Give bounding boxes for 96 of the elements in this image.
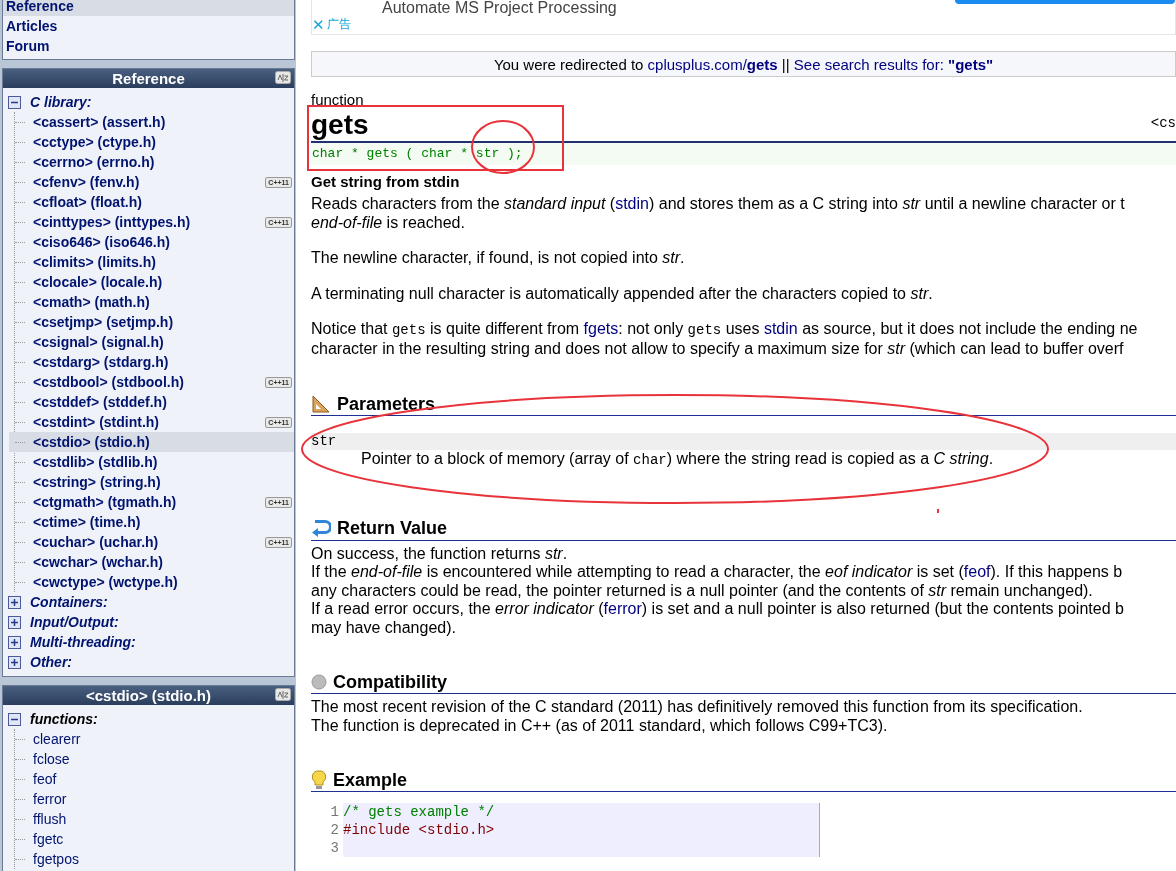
nav-link[interactable]: Articles bbox=[3, 16, 294, 36]
collapse-icon[interactable] bbox=[8, 95, 21, 109]
tree-item-link[interactable]: <cstdlib> (stdlib.h) bbox=[33, 454, 158, 470]
tree-item-link[interactable]: <clocale> (locale.h) bbox=[33, 274, 163, 290]
tree-item-link[interactable]: fgetc bbox=[33, 831, 64, 847]
tree-item-link[interactable]: <csignal> (signal.h) bbox=[33, 334, 164, 350]
tree-item-link[interactable]: <cstdint> (stdint.h) bbox=[33, 414, 159, 430]
panel-title: <cstdio> (stdio.h) bbox=[86, 687, 211, 704]
group-label[interactable]: functions: bbox=[30, 711, 98, 727]
parameter-name: str bbox=[311, 433, 1176, 450]
expand-icon[interactable] bbox=[8, 595, 21, 609]
section-text: may have changed). bbox=[311, 618, 457, 637]
redirect-text: You were redirected to bbox=[493, 55, 645, 73]
ad-headline: Automate MS Project Processing bbox=[382, 0, 617, 16]
ad-label: 广告 bbox=[326, 16, 351, 33]
tree-item-link[interactable]: <cwchar> (wchar.h) bbox=[33, 554, 163, 570]
tree-item-link[interactable]: <cctype> (ctype.h) bbox=[33, 134, 156, 150]
line-number: 3 bbox=[329, 840, 340, 856]
tree-item-link[interactable]: fflush bbox=[33, 811, 67, 827]
sort-icon[interactable] bbox=[275, 71, 291, 86]
group-label[interactable]: Input/Output: bbox=[30, 614, 119, 630]
entry-type: function bbox=[311, 91, 365, 109]
group-label[interactable]: Other: bbox=[30, 654, 72, 670]
nav-link[interactable]: Forum bbox=[3, 36, 294, 56]
expand-icon[interactable] bbox=[8, 655, 21, 669]
tree-item-link[interactable]: <cwctype> (wctype.h) bbox=[33, 574, 178, 590]
section-heading: Return Value bbox=[337, 518, 448, 539]
tree-item-link[interactable]: clearerr bbox=[33, 731, 81, 747]
section-heading: Compatibility bbox=[333, 671, 447, 693]
tree-item-link[interactable]: <climits> (limits.h) bbox=[33, 254, 156, 270]
selected-tree-item[interactable]: <cstdio> (stdio.h) bbox=[9, 432, 294, 452]
redirect-link[interactable]: gets bbox=[746, 55, 778, 73]
section-text: If the end-of-file is encountered while attempting to read a character, the eof indicator is set (feof). If this happens b bbox=[311, 563, 1124, 582]
tree-item-link[interactable]: <cfloat> (float.h) bbox=[33, 194, 142, 210]
tree-item-link[interactable]: <cmath> (math.h) bbox=[33, 294, 150, 310]
description-text: The newline character, if found, is not copied into str. bbox=[311, 249, 686, 268]
tree-item-link[interactable]: <ctime> (time.h) bbox=[33, 514, 141, 530]
collapse-icon[interactable] bbox=[8, 712, 21, 726]
function-name: gets bbox=[311, 109, 369, 141]
return-arrow-icon bbox=[311, 519, 331, 538]
tree-item-link[interactable]: <cstdio> (stdio.h) bbox=[33, 434, 150, 450]
tree-item-link[interactable]: <csetjmp> (setjmp.h) bbox=[33, 314, 174, 330]
line-number: 2 bbox=[329, 822, 340, 838]
section-heading: Example bbox=[333, 769, 408, 791]
tree-item-link[interactable]: <cfenv> (fenv.h) bbox=[33, 174, 140, 190]
expand-icon[interactable] bbox=[8, 635, 21, 649]
tree-item-link[interactable]: <cinttypes> (inttypes.h) bbox=[33, 214, 191, 230]
group-label[interactable]: Containers: bbox=[30, 594, 108, 610]
parameter-description: Pointer to a block of memory (array of char) where the string read is copied as a C string. bbox=[360, 450, 995, 470]
description-text: character in the resulting string and does not allow to specify a maximum size for str (which can lead to buffer overf bbox=[311, 339, 1125, 358]
tree-item-link[interactable]: <ciso646> (iso646.h) bbox=[33, 234, 170, 250]
expand-icon[interactable] bbox=[8, 615, 21, 629]
function-summary: Get string from stdin bbox=[311, 173, 461, 191]
tree-item-link[interactable]: <cuchar> (uchar.h) bbox=[33, 534, 159, 550]
header-link[interactable]: <cs bbox=[1150, 115, 1176, 131]
group-label[interactable]: Multi-threading: bbox=[30, 634, 136, 650]
tree-item-link[interactable]: fclose bbox=[33, 751, 70, 767]
code-line: /* gets example */ bbox=[343, 804, 495, 820]
redirect-text: || bbox=[780, 55, 791, 73]
section-heading: Parameters bbox=[337, 393, 436, 415]
redirect-link[interactable]: cplusplus.com/ bbox=[647, 55, 747, 73]
panel-title: Reference bbox=[112, 70, 185, 87]
annotation-mark bbox=[937, 509, 939, 513]
nav-link[interactable]: Reference bbox=[3, 0, 294, 16]
section-text: If a read error occurs, the error indicator (ferror) is set and a null pointer is also returned (but the contents pointed b bbox=[311, 600, 1125, 619]
tree-item-link[interactable]: <cstring> (string.h) bbox=[33, 474, 161, 490]
tree-item-link[interactable]: fgetpos bbox=[33, 851, 79, 867]
redirect-link[interactable]: See search results for: bbox=[793, 55, 949, 73]
tree-item-link[interactable]: ferror bbox=[33, 791, 67, 807]
tree-item-link[interactable]: <ctgmath> (tgmath.h) bbox=[33, 494, 177, 510]
light-bulb-icon bbox=[311, 770, 327, 790]
function-prototype: char * gets ( char * str ); bbox=[311, 143, 1176, 165]
section-text: any characters could be read, the pointer returned is a null pointer (and the contents of str remain unchanged). bbox=[311, 581, 1094, 600]
tree-item-link[interactable]: <cerrno> (errno.h) bbox=[33, 154, 155, 170]
tree-item-link[interactable]: <cassert> (assert.h) bbox=[33, 114, 166, 130]
description-text: Notice that gets is quite different from fgets: not only gets uses stdin as source, but it does not include the ending ne bbox=[311, 320, 1139, 340]
description-text: end-of-file is reached. bbox=[311, 213, 466, 232]
tree-item-link[interactable]: feof bbox=[33, 771, 57, 787]
description-text: Reads characters from the standard input (stdin) and stores them as a C string into str until a newline character or t bbox=[311, 195, 1126, 214]
tree-item-link[interactable]: <cstdarg> (stdarg.h) bbox=[33, 354, 169, 370]
circle-icon bbox=[311, 674, 327, 690]
ruler-triangle-icon bbox=[311, 394, 331, 414]
section-text: On success, the function returns str. bbox=[311, 544, 569, 563]
line-number: 1 bbox=[329, 804, 340, 820]
tree-item-link[interactable]: <cstddef> (stddef.h) bbox=[33, 394, 167, 410]
tree-item-link[interactable]: <cstdbool> (stdbool.h) bbox=[33, 374, 184, 390]
sort-icon[interactable] bbox=[275, 688, 291, 703]
description-text: A terminating null character is automatically appended after the characters copied to str. bbox=[311, 284, 934, 303]
group-label[interactable]: C library: bbox=[30, 94, 92, 110]
code-line: #include <stdio.h> bbox=[343, 822, 495, 838]
section-text: The function is deprecated in C++ (as of 2011 standard, which follows C99+TC3). bbox=[311, 716, 889, 735]
inline-link[interactable]: feof bbox=[963, 563, 991, 580]
section-text: The most recent revision of the C standard (2011) has definitively removed this function from its specification. bbox=[311, 698, 1084, 717]
inline-link[interactable]: ferror bbox=[603, 600, 642, 617]
annotation-circle bbox=[471, 120, 535, 174]
redirect-link[interactable]: "gets" bbox=[948, 55, 994, 73]
